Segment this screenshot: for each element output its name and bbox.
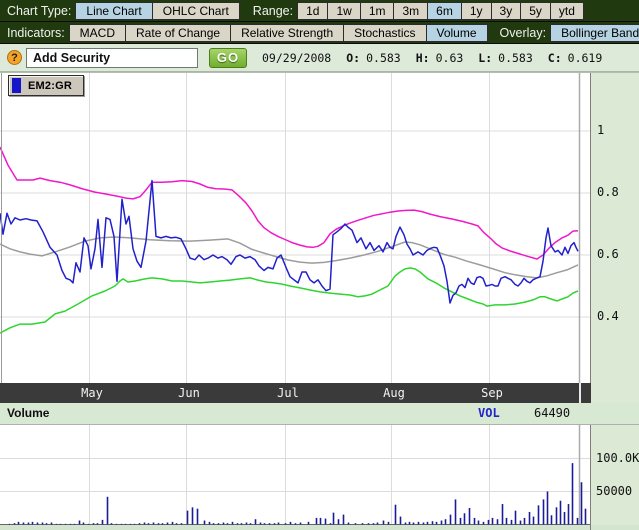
price-y-axis-gutter	[591, 73, 639, 384]
close-value: 0.619	[568, 51, 603, 65]
range-button-1y[interactable]: 1y	[461, 2, 492, 20]
legend-symbol: EM2:GR	[28, 80, 72, 92]
chart-type-label: Chart Type:	[7, 4, 71, 18]
range-button-1m[interactable]: 1m	[360, 2, 395, 20]
vol-label: VOL	[478, 406, 500, 420]
range-label: Range:	[253, 4, 293, 18]
month-label-sep: Sep	[481, 386, 503, 400]
indicator-button-macd[interactable]: MACD	[69, 24, 126, 42]
indicator-button-group: MACDRate of ChangeRelative StrengthStoch…	[70, 24, 488, 42]
range-button-ytd[interactable]: ytd	[550, 2, 584, 20]
security-legend-chip[interactable]: EM2:GR	[8, 75, 84, 96]
overlay-button-group: Bollinger Bands	[551, 24, 639, 42]
month-label-aug: Aug	[383, 386, 405, 400]
indicators-toolbar: Indicators: MACDRate of ChangeRelative S…	[0, 22, 639, 44]
range-button-3m[interactable]: 3m	[393, 2, 428, 20]
chart-application: Chart Type: Line ChartOHLC Chart Range: …	[0, 0, 639, 530]
volume-y-tick-100-0k: 100.0K	[596, 451, 639, 465]
ohlc-quote: 09/29/2008 O: 0.583 H: 0.63 L: 0.583 C: 0.61…	[262, 51, 602, 65]
time-axis-band: May Jun Jul Aug Sep	[0, 383, 639, 403]
overlay-button-bollinger-bands[interactable]: Bollinger Bands	[550, 24, 639, 42]
help-icon[interactable]: ?	[7, 50, 22, 65]
quote-date: 09/29/2008	[262, 51, 331, 65]
cursor-slit	[579, 383, 581, 403]
indicators-label: Indicators:	[7, 26, 65, 40]
range-button-3y[interactable]: 3y	[491, 2, 522, 20]
bollinger-lower-line	[0, 268, 578, 333]
volume-chart-panel[interactable]: 100.0K 50000	[0, 424, 639, 530]
range-button-1d[interactable]: 1d	[297, 2, 328, 20]
indicator-button-volume[interactable]: Volume	[426, 24, 488, 42]
volume-y-axis-gutter	[591, 425, 639, 530]
price-chart-left-border	[1, 73, 2, 384]
chart-type-toolbar: Chart Type: Line ChartOHLC Chart Range: …	[0, 0, 639, 22]
range-button-5y[interactable]: 5y	[520, 2, 551, 20]
price-chart-panel[interactable]: EM2:GR 1 0.8 0.6 0.4	[0, 72, 639, 383]
price-y-tick-1: 1	[597, 123, 604, 137]
open-value: 0.583	[366, 51, 401, 65]
volume-chart-canvas[interactable]	[0, 425, 591, 530]
volume-chart-right-border	[590, 425, 591, 530]
month-label-jul: Jul	[277, 386, 299, 400]
chart-type-button-group: Line ChartOHLC Chart	[76, 2, 239, 20]
go-button[interactable]: GO	[209, 48, 247, 68]
low-value: 0.583	[498, 51, 533, 65]
price-y-tick-0-8: 0.8	[597, 185, 619, 199]
volume-title: Volume	[7, 406, 49, 420]
price-chart-canvas[interactable]	[0, 73, 591, 384]
price-chart-right-border	[590, 73, 591, 384]
low-label: L:	[478, 51, 492, 65]
volume-baseline-strip	[0, 525, 639, 530]
range-button-6m[interactable]: 6m	[427, 2, 462, 20]
overlay-label: Overlay:	[500, 26, 547, 40]
volume-y-tick-50000: 50000	[596, 484, 632, 498]
range-button-group: 1d1w1m3m6m1y3y5yytd	[298, 2, 584, 20]
volume-header: Volume VOL 64490	[0, 403, 639, 424]
vol-value: 64490	[534, 406, 570, 420]
chart-type-button-ohlc-chart[interactable]: OHLC Chart	[152, 2, 240, 20]
month-label-jun: Jun	[178, 386, 200, 400]
indicator-button-stochastics[interactable]: Stochastics	[343, 24, 426, 42]
price-y-tick-0-4: 0.4	[597, 309, 619, 323]
range-button-1w[interactable]: 1w	[327, 2, 360, 20]
indicator-button-relative-strength[interactable]: Relative Strength	[230, 24, 344, 42]
legend-color-swatch	[12, 78, 21, 93]
security-bar: ? GO 09/29/2008 O: 0.583 H: 0.63 L: 0.583 C…	[0, 44, 639, 72]
open-label: O:	[346, 51, 360, 65]
month-label-may: May	[81, 386, 103, 400]
time-axis-band-dark: May Jun Jul Aug Sep	[0, 383, 591, 403]
price-y-tick-0-6: 0.6	[597, 247, 619, 261]
close-label: C:	[548, 51, 562, 65]
indicator-button-rate-of-change[interactable]: Rate of Change	[125, 24, 231, 42]
high-value: 0.63	[436, 51, 464, 65]
high-label: H:	[416, 51, 430, 65]
chart-type-button-line-chart[interactable]: Line Chart	[75, 2, 152, 20]
add-security-input[interactable]	[26, 48, 198, 68]
